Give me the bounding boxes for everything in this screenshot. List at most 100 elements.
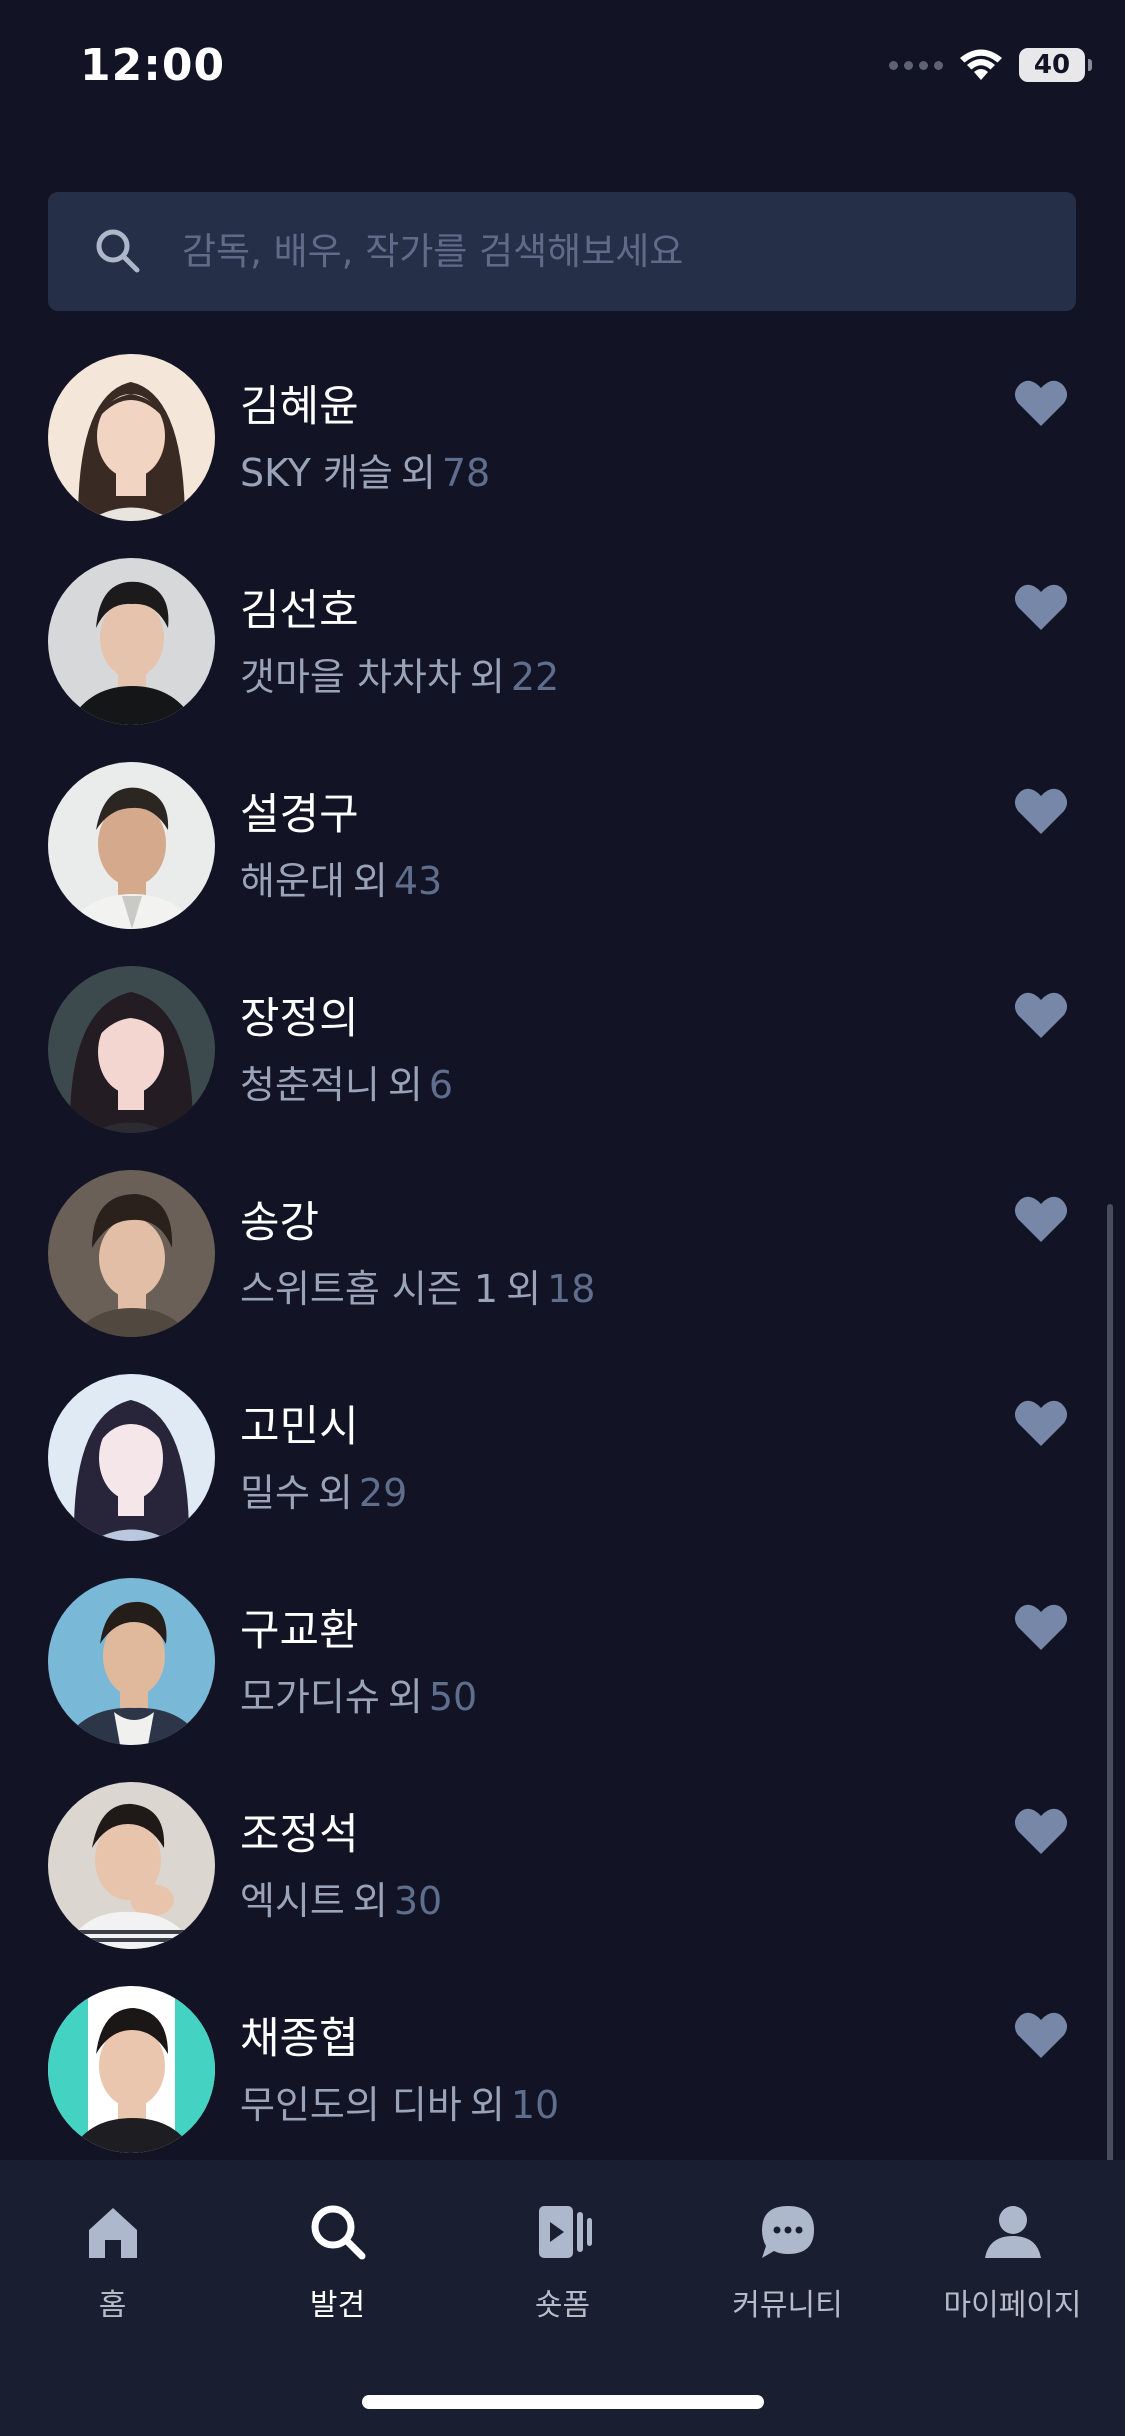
avatar bbox=[48, 1986, 215, 2153]
person-work: 스위트홈 시즌 1 bbox=[240, 1267, 499, 1311]
person-work-suffix: 외 bbox=[352, 859, 388, 903]
person-work-count: 22 bbox=[510, 655, 560, 699]
person-filmography: 밀수 외 29 bbox=[240, 1462, 407, 1517]
heart-icon[interactable] bbox=[1014, 1194, 1068, 1244]
person-work-count: 30 bbox=[393, 1879, 443, 1923]
tab-label: 마이페이지 bbox=[943, 2288, 1082, 2323]
person-name: 조정석 bbox=[240, 1810, 359, 1860]
person-work-count: 50 bbox=[428, 1675, 478, 1719]
heart-icon[interactable] bbox=[1014, 786, 1068, 836]
person-work: 해운대 bbox=[240, 859, 345, 903]
battery-level: 40 bbox=[1033, 50, 1071, 80]
heart-icon[interactable] bbox=[1014, 990, 1068, 1040]
tab-community[interactable]: 커뮤니티 bbox=[675, 2200, 900, 2340]
person-work-count: 6 bbox=[428, 1063, 453, 1107]
person-name: 고민시 bbox=[240, 1402, 359, 1452]
search-icon bbox=[311, 2205, 365, 2260]
heart-icon[interactable] bbox=[1014, 1806, 1068, 1856]
person-work: 밀수 bbox=[240, 1471, 310, 1515]
person-work-count: 29 bbox=[358, 1471, 408, 1515]
heart-icon[interactable] bbox=[1014, 1398, 1068, 1448]
tab-label: 커뮤니티 bbox=[732, 2288, 843, 2323]
person-work-suffix: 외 bbox=[469, 655, 505, 699]
person-filmography: 갯마을 차차차 외 22 bbox=[240, 646, 559, 701]
tab-bar: 홈 발견 숏폼 커뮤니티 마이페이지 bbox=[0, 2160, 1125, 2436]
list-item[interactable]: 김혜윤 SKY 캐슬 외 78 bbox=[0, 350, 1125, 554]
avatar bbox=[48, 1374, 215, 1541]
shortform-icon bbox=[538, 2206, 592, 2258]
avatar bbox=[48, 558, 215, 725]
person-filmography: 청춘적니 외 6 bbox=[240, 1054, 453, 1109]
search-icon bbox=[96, 229, 140, 273]
heart-icon[interactable] bbox=[1014, 378, 1068, 428]
person-icon bbox=[984, 2206, 1041, 2258]
tab-home[interactable]: 홈 bbox=[0, 2200, 225, 2340]
home-indicator[interactable] bbox=[362, 2395, 764, 2409]
person-name: 김혜윤 bbox=[240, 382, 359, 432]
person-work-count: 10 bbox=[510, 2083, 560, 2127]
search-bar[interactable] bbox=[48, 192, 1076, 311]
avatar bbox=[48, 1782, 215, 1949]
scrollbar-thumb[interactable] bbox=[1107, 1204, 1113, 2224]
person-work-suffix: 외 bbox=[506, 1267, 542, 1311]
avatar bbox=[48, 354, 215, 521]
tab-discover[interactable]: 발견 bbox=[225, 2200, 450, 2340]
avatar bbox=[48, 762, 215, 929]
status-indicators: 40 bbox=[889, 48, 1092, 82]
list-item[interactable]: 장정의 청춘적니 외 6 bbox=[0, 962, 1125, 1166]
person-filmography: 엑시트 외 30 bbox=[240, 1870, 442, 1925]
list-item[interactable]: 채종협 무인도의 디바 외 10 bbox=[0, 1982, 1125, 2186]
person-name: 설경구 bbox=[240, 790, 359, 840]
person-work-suffix: 외 bbox=[317, 1471, 353, 1515]
tab-label: 숏폼 bbox=[534, 2288, 591, 2323]
person-work-count: 78 bbox=[441, 451, 491, 495]
tab-label: 발견 bbox=[309, 2288, 366, 2323]
wifi-icon bbox=[960, 49, 1002, 80]
avatar bbox=[48, 1170, 215, 1337]
person-work-suffix: 외 bbox=[387, 1675, 423, 1719]
heart-icon[interactable] bbox=[1014, 1602, 1068, 1652]
status-bar: 12:00 40 bbox=[0, 0, 1125, 135]
person-filmography: 모가디슈 외 50 bbox=[240, 1666, 477, 1721]
list-item[interactable]: 고민시 밀수 외 29 bbox=[0, 1370, 1125, 1574]
person-work: 모가디슈 bbox=[240, 1675, 380, 1719]
heart-icon[interactable] bbox=[1014, 2010, 1068, 2060]
person-name: 송강 bbox=[240, 1198, 320, 1248]
person-name: 장정의 bbox=[240, 994, 359, 1044]
person-name: 구교환 bbox=[240, 1606, 359, 1656]
person-work: 엑시트 bbox=[240, 1879, 345, 1923]
status-time: 12:00 bbox=[80, 40, 226, 91]
avatar bbox=[48, 966, 215, 1133]
person-filmography: SKY 캐슬 외 78 bbox=[240, 442, 490, 497]
person-work: SKY 캐슬 bbox=[240, 451, 393, 495]
person-work-suffix: 외 bbox=[400, 451, 436, 495]
person-work: 갯마을 차차차 bbox=[240, 655, 462, 699]
person-work: 무인도의 디바 bbox=[240, 2083, 462, 2127]
person-work-suffix: 외 bbox=[387, 1063, 423, 1107]
list-item[interactable]: 구교환 모가디슈 외 50 bbox=[0, 1574, 1125, 1778]
tab-mypage[interactable]: 마이페이지 bbox=[900, 2200, 1125, 2340]
person-filmography: 스위트홈 시즌 1 외 18 bbox=[240, 1258, 595, 1313]
battery-icon: 40 bbox=[1019, 48, 1092, 82]
heart-icon[interactable] bbox=[1014, 582, 1068, 632]
tab-label: 홈 bbox=[98, 2288, 127, 2323]
tab-shortform[interactable]: 숏폼 bbox=[450, 2200, 675, 2340]
chat-bubble-icon bbox=[761, 2206, 814, 2258]
person-name: 김선호 bbox=[240, 586, 359, 636]
person-filmography: 해운대 외 43 bbox=[240, 850, 442, 905]
home-icon bbox=[88, 2208, 137, 2258]
person-work-suffix: 외 bbox=[469, 2083, 505, 2127]
list-item[interactable]: 조정석 엑시트 외 30 bbox=[0, 1778, 1125, 1982]
list-item[interactable]: 김선호 갯마을 차차차 외 22 bbox=[0, 554, 1125, 758]
search-input[interactable] bbox=[182, 192, 1042, 311]
list-item[interactable]: 송강 스위트홈 시즌 1 외 18 bbox=[0, 1166, 1125, 1370]
person-filmography: 무인도의 디바 외 10 bbox=[240, 2074, 559, 2129]
signal-icon bbox=[889, 60, 943, 70]
list-item[interactable]: 설경구 해운대 외 43 bbox=[0, 758, 1125, 962]
person-list: 김혜윤 SKY 캐슬 외 78 김선호 갯마을 차차차 외 22 설경구 해운대… bbox=[0, 350, 1125, 2186]
person-work-count: 18 bbox=[547, 1267, 596, 1311]
person-name: 채종협 bbox=[240, 2014, 359, 2064]
person-work-suffix: 외 bbox=[352, 1879, 388, 1923]
person-work-count: 43 bbox=[393, 859, 443, 903]
person-work: 청춘적니 bbox=[240, 1063, 380, 1107]
